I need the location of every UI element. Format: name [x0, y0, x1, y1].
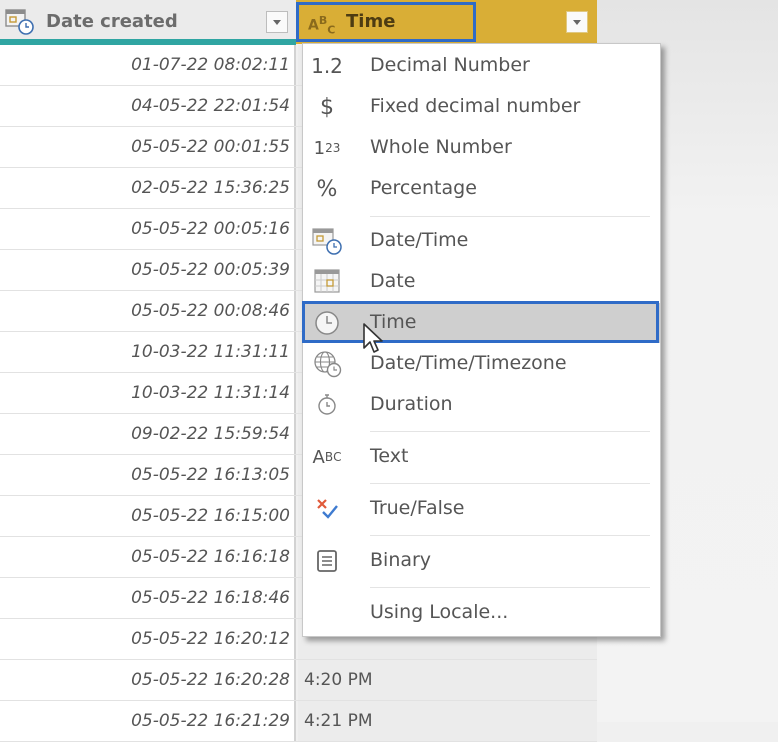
column-filter-dropdown-button[interactable]: [566, 11, 588, 33]
cell-date-created[interactable]: 05-05-22 16:20:12: [0, 619, 296, 659]
menu-item-decimal-number[interactable]: 1.2 Decimal Number: [303, 46, 660, 86]
cell-date-created[interactable]: 05-05-22 00:05:16: [0, 209, 296, 249]
menu-separator: [370, 216, 650, 217]
menu-item-date[interactable]: Date: [303, 262, 660, 302]
column-header-time[interactable]: ABC Time: [296, 0, 597, 44]
menu-item-whole-number[interactable]: 123 Whole Number: [303, 128, 660, 168]
whole-number-icon: 123: [313, 137, 341, 159]
mouse-cursor-icon: [363, 323, 383, 353]
power-query-editor: Date created ABC Time 01-07-22 08:02:11 0…: [0, 0, 778, 742]
menu-item-duration[interactable]: Duration: [303, 385, 660, 425]
menu-separator: [370, 587, 650, 588]
cell-date-created[interactable]: 01-07-22 08:02:11: [0, 45, 296, 85]
column-filter-dropdown-button[interactable]: [266, 11, 288, 33]
menu-separator: [370, 431, 650, 432]
menu-item-true-false[interactable]: True/False: [303, 489, 660, 529]
cell-date-created[interactable]: 04-05-22 22:01:54: [0, 86, 296, 126]
table-row: 05-05-22 16:20:28 4:20 PM: [0, 660, 597, 701]
menu-item-text[interactable]: ABC Text: [303, 437, 660, 477]
menu-item-using-locale[interactable]: Using Locale...: [303, 593, 660, 633]
cell-date-created[interactable]: 05-05-22 00:01:55: [0, 127, 296, 167]
cell-time[interactable]: 4:20 PM: [298, 660, 597, 700]
cell-date-created[interactable]: 05-05-22 00:05:39: [0, 250, 296, 290]
data-type-menu: 1.2 Decimal Number $ Fixed decimal numbe…: [302, 43, 661, 637]
column-header-label: Time: [346, 11, 396, 32]
cell-date-created[interactable]: 09-02-22 15:59:54: [0, 414, 296, 454]
datetime-type-icon[interactable]: [5, 8, 35, 36]
cell-date-created[interactable]: 02-05-22 15:36:25: [0, 168, 296, 208]
cell-date-created[interactable]: 05-05-22 16:18:46: [0, 578, 296, 618]
decimal-icon: 1.2: [311, 54, 343, 78]
hover-highlight: [302, 301, 659, 343]
column-header-label: Date created: [46, 11, 178, 32]
currency-icon: $: [320, 94, 334, 120]
cell-date-created[interactable]: 10-03-22 11:31:11: [0, 332, 296, 372]
calendar-icon: [314, 269, 340, 293]
menu-item-fixed-decimal-number[interactable]: $ Fixed decimal number: [303, 87, 660, 127]
cell-date-created[interactable]: 05-05-22 16:16:18: [0, 537, 296, 577]
cell-date-created[interactable]: 10-03-22 11:31:14: [0, 373, 296, 413]
text-type-icon[interactable]: ABC: [308, 14, 335, 36]
column-header-date-created[interactable]: Date created: [0, 0, 296, 45]
stopwatch-icon: [318, 394, 336, 415]
binary-icon: [317, 550, 337, 572]
menu-item-time[interactable]: Time: [302, 301, 660, 343]
datetime-icon: [312, 228, 342, 255]
cell-date-created[interactable]: 05-05-22 16:21:29: [0, 701, 296, 741]
cell-time[interactable]: 4:21 PM: [298, 701, 597, 741]
cell-date-created[interactable]: 05-05-22 00:08:46: [0, 291, 296, 331]
cell-date-created[interactable]: 05-05-22 16:13:05: [0, 455, 296, 495]
text-abc-icon: ABC: [312, 446, 342, 468]
menu-separator: [370, 535, 650, 536]
true-false-icon: [317, 499, 338, 519]
globe-clock-icon: [314, 351, 342, 378]
cell-date-created[interactable]: 05-05-22 16:15:00: [0, 496, 296, 536]
menu-separator: [370, 483, 650, 484]
clock-icon: [315, 311, 339, 335]
menu-item-date-time-timezone[interactable]: Date/Time/Timezone: [303, 344, 660, 384]
cell-date-created[interactable]: 05-05-22 16:20:28: [0, 660, 296, 700]
menu-item-percentage[interactable]: % Percentage: [303, 169, 660, 209]
menu-item-date-time[interactable]: Date/Time: [303, 221, 660, 261]
menu-item-binary[interactable]: Binary: [303, 541, 660, 581]
percent-icon: %: [316, 176, 338, 202]
